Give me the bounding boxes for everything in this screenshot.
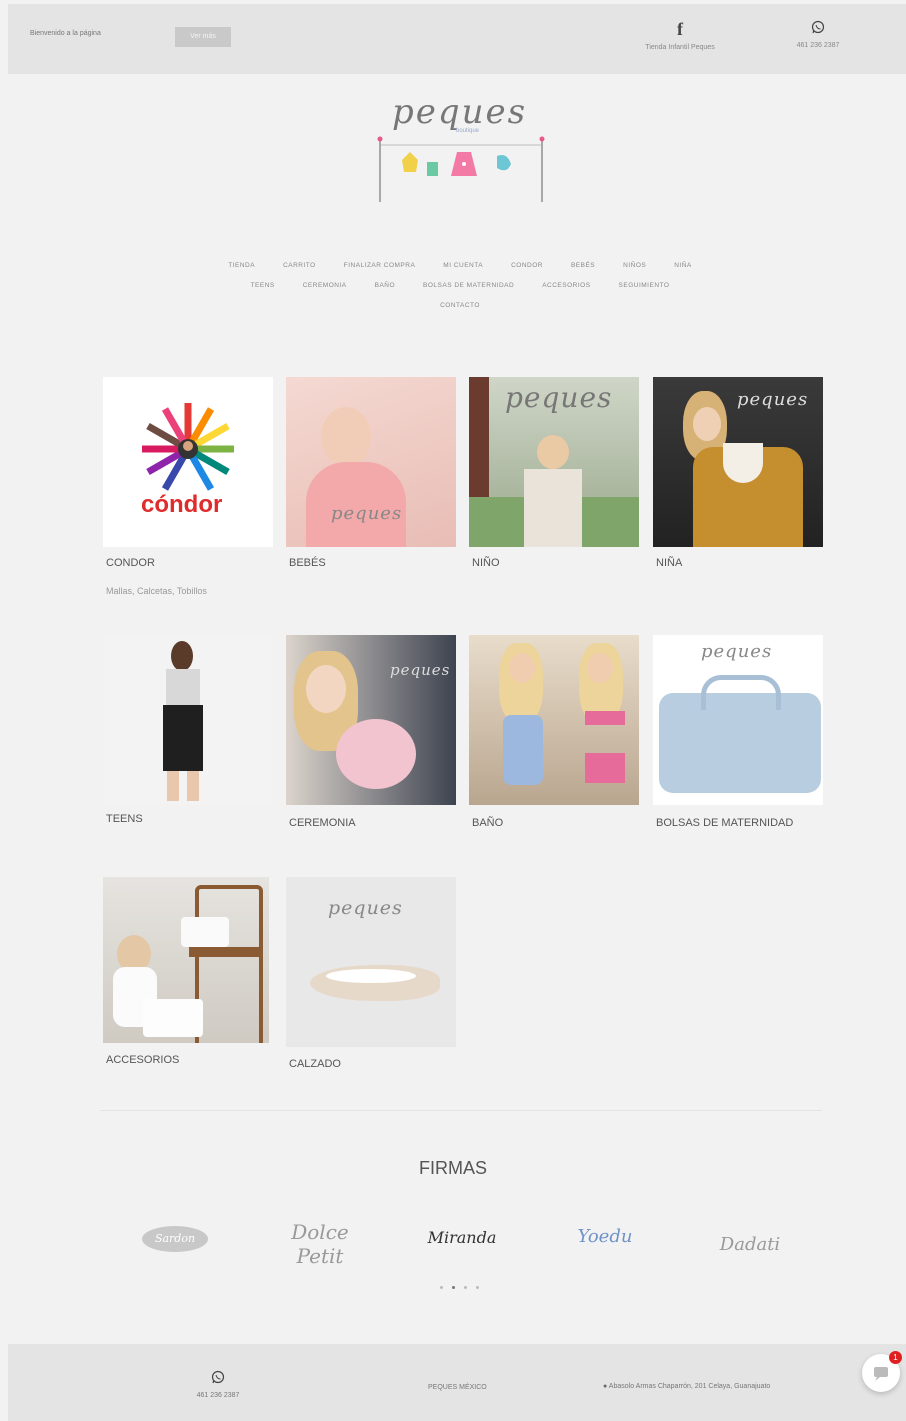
site-logo[interactable]: peques boutique xyxy=(372,90,552,208)
nav-row-1: TIENDA CARRITO FINALIZAR COMPRA MI CUENT… xyxy=(150,262,770,269)
login-button[interactable]: Ver más xyxy=(175,27,231,47)
category-image[interactable]: peques xyxy=(286,635,456,805)
category-image[interactable] xyxy=(469,635,639,805)
watermark: peques xyxy=(328,897,403,919)
footer: 461 236 2387 PEQUES MÉXICO ● Abasolo Arm… xyxy=(8,1344,906,1421)
whatsapp-icon xyxy=(188,1370,248,1386)
carousel-dot[interactable] xyxy=(464,1286,467,1289)
category-label[interactable]: CONDOR xyxy=(106,557,155,569)
category-image[interactable]: cóndor xyxy=(103,377,273,547)
brand-logo-sardon[interactable]: Sardon xyxy=(140,1220,210,1252)
brand-logo-miranda[interactable]: Miranda xyxy=(422,1228,502,1247)
watermark: peques xyxy=(701,641,773,662)
nav-carrito[interactable]: CARRITO xyxy=(283,262,316,269)
brand-logo-dolce-petit[interactable]: Dolce Petit xyxy=(280,1220,360,1268)
nav-contacto[interactable]: CONTACTO xyxy=(440,302,480,309)
carousel-dots xyxy=(440,1286,479,1289)
category-subtitle: Mallas, Calcetas, Tobillos xyxy=(106,586,207,596)
category-tile-calzado[interactable]: peques CALZADO xyxy=(286,877,456,1070)
location-pin-icon: ● xyxy=(603,1383,608,1390)
category-tile-bano[interactable]: BAÑO xyxy=(469,635,639,829)
facebook-label: Tienda Infantil Peques xyxy=(645,44,715,51)
clothesline-icon xyxy=(377,136,545,202)
chat-widget-button[interactable]: 1 xyxy=(862,1351,902,1392)
brands-title: FIRMAS xyxy=(418,1158,487,1178)
carousel-dot-active[interactable] xyxy=(452,1286,455,1289)
footer-store-name: PEQUES MÉXICO xyxy=(428,1384,487,1391)
whatsapp-link[interactable]: 461 236 2387 xyxy=(778,20,858,49)
category-label[interactable]: BOLSAS DE MATERNIDAD xyxy=(656,817,793,829)
category-image[interactable]: peques xyxy=(286,877,456,1047)
category-label[interactable]: NIÑO xyxy=(472,557,500,569)
chat-badge: 1 xyxy=(889,1351,902,1364)
category-label[interactable]: TEENS xyxy=(106,813,143,825)
category-tile-teens[interactable]: TEENS xyxy=(103,635,273,825)
nav-bano[interactable]: BAÑO xyxy=(375,282,395,289)
watermark: peques xyxy=(505,381,613,414)
nav-seguimiento[interactable]: SEGUIMIENTO xyxy=(619,282,670,289)
nav-accesorios[interactable]: ACCESORIOS xyxy=(542,282,590,289)
brand-logo-dadati[interactable]: Dadati xyxy=(705,1234,795,1255)
carousel-dot[interactable] xyxy=(476,1286,479,1289)
carousel-dot[interactable] xyxy=(440,1286,443,1289)
nav-bebes[interactable]: BEBÉS xyxy=(571,262,595,269)
category-image[interactable]: peques xyxy=(653,377,823,547)
nav-finalizar-compra[interactable]: FINALIZAR COMPRA xyxy=(344,262,416,269)
nav-bolsas-maternidad[interactable]: BOLSAS DE MATERNIDAD xyxy=(423,282,514,289)
nav-mi-cuenta[interactable]: MI CUENTA xyxy=(443,262,483,269)
nav-row-3: CONTACTO xyxy=(150,302,770,309)
nav-teens[interactable]: TEENS xyxy=(251,282,275,289)
category-tile-accesorios[interactable]: ACCESORIOS xyxy=(103,877,273,1066)
whatsapp-icon xyxy=(778,20,858,36)
category-label[interactable]: ACCESORIOS xyxy=(106,1054,179,1066)
category-tile-ceremonia[interactable]: peques CEREMONIA xyxy=(286,635,456,829)
nav-nina[interactable]: NIÑA xyxy=(674,262,692,269)
category-label[interactable]: BEBÉS xyxy=(289,557,326,569)
top-bar: Bienvenido a la página Ver más f Tienda … xyxy=(8,4,906,74)
facebook-link[interactable]: f Tienda Infantil Peques xyxy=(630,20,730,51)
footer-phone[interactable]: 461 236 2387 xyxy=(188,1370,248,1399)
condor-brand-text: cóndor xyxy=(141,491,223,518)
brand-logo-yoedu[interactable]: Yoedu xyxy=(570,1226,640,1247)
nav-condor[interactable]: CONDOR xyxy=(511,262,543,269)
category-image[interactable]: peques xyxy=(653,635,823,805)
watermark: peques xyxy=(331,503,403,524)
category-tile-nina[interactable]: peques NIÑA xyxy=(653,377,823,569)
category-tile-condor[interactable]: cóndor CONDOR Mallas, Calcetas, Tobillos xyxy=(103,377,273,596)
nav-ninos[interactable]: NIÑOS xyxy=(623,262,646,269)
category-label[interactable]: CALZADO xyxy=(289,1058,341,1070)
main-nav: TIENDA CARRITO FINALIZAR COMPRA MI CUENT… xyxy=(150,262,770,322)
footer-address-text: Abasolo Armas Chaparrón, 201 Celaya, Gua… xyxy=(608,1383,771,1390)
facebook-icon: f xyxy=(677,19,683,39)
category-label[interactable]: NIÑA xyxy=(656,557,682,569)
section-divider xyxy=(100,1110,822,1111)
watermark: peques xyxy=(737,389,809,410)
welcome-text: Bienvenido a la página xyxy=(30,30,101,37)
category-label[interactable]: BAÑO xyxy=(472,817,503,829)
watermark: peques xyxy=(390,661,451,679)
footer-phone-text: 461 236 2387 xyxy=(196,1392,240,1399)
category-label[interactable]: CEREMONIA xyxy=(289,817,356,829)
footer-address: ● Abasolo Armas Chaparrón, 201 Celaya, G… xyxy=(603,1383,770,1390)
nav-tienda[interactable]: TIENDA xyxy=(228,262,255,269)
category-image[interactable]: peques xyxy=(469,377,639,547)
nav-ceremonia[interactable]: CEREMONIA xyxy=(303,282,347,289)
nav-row-2: TEENS CEREMONIA BAÑO BOLSAS DE MATERNIDA… xyxy=(150,282,770,289)
category-tile-bolsas[interactable]: peques BOLSAS DE MATERNIDAD xyxy=(653,635,823,829)
category-tile-bebes[interactable]: peques BEBÉS xyxy=(286,377,456,569)
category-tile-nino[interactable]: peques NIÑO xyxy=(469,377,639,569)
category-image[interactable]: peques xyxy=(286,377,456,547)
category-image[interactable] xyxy=(103,635,273,805)
category-image[interactable] xyxy=(103,877,269,1043)
whatsapp-label: 461 236 2387 xyxy=(796,42,840,49)
